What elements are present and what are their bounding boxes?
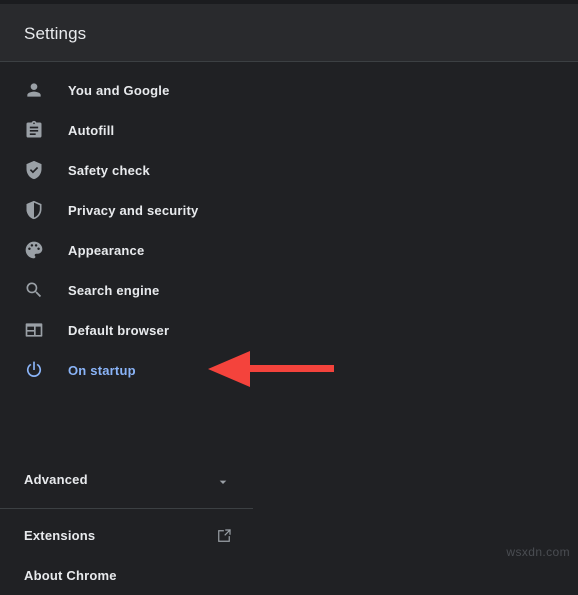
sidebar-item-on-startup[interactable]: On startup	[0, 350, 253, 390]
sidebar-item-label: Default browser	[68, 322, 170, 338]
palette-icon	[24, 240, 44, 260]
sidebar-item-label: Appearance	[68, 242, 145, 258]
external-link-icon	[215, 527, 233, 545]
sidebar-item-appearance[interactable]: Appearance	[0, 230, 253, 270]
sidebar-item-autofill[interactable]: Autofill	[0, 110, 253, 150]
sidebar-divider	[0, 508, 253, 509]
sidebar-link-about-chrome[interactable]: About Chrome	[0, 559, 253, 595]
sidebar-item-you-and-google[interactable]: You and Google	[0, 70, 253, 110]
watermark: wsxdn.com	[506, 545, 570, 559]
sidebar-link-label: Extensions	[24, 528, 96, 543]
sidebar-link-extensions[interactable]: Extensions	[0, 519, 253, 555]
sidebar-item-label: Safety check	[68, 162, 150, 178]
sidebar-item-privacy-and-security[interactable]: Privacy and security	[0, 190, 253, 230]
browser-window-icon	[24, 320, 44, 340]
sidebar-item-label: You and Google	[68, 82, 170, 98]
sidebar-item-label: Search engine	[68, 282, 160, 298]
sidebar-link-label: About Chrome	[24, 568, 117, 583]
power-icon	[24, 360, 44, 380]
settings-sidebar-nav: You and Google Autofill Safety check Pri…	[0, 63, 578, 583]
sidebar-advanced-label: Advanced	[24, 472, 88, 487]
sidebar-item-label: Privacy and security	[68, 202, 199, 218]
search-icon	[24, 280, 44, 300]
shield-check-icon	[24, 160, 44, 180]
sidebar-item-safety-check[interactable]: Safety check	[0, 150, 253, 190]
sidebar-item-default-browser[interactable]: Default browser	[0, 310, 253, 350]
page-title: Settings	[24, 24, 87, 43]
person-icon	[24, 80, 44, 100]
sidebar-item-search-engine[interactable]: Search engine	[0, 270, 253, 310]
clipboard-icon	[24, 120, 44, 140]
shield-icon	[24, 200, 44, 220]
settings-header: Settings	[0, 4, 578, 62]
sidebar-item-label: On startup	[68, 362, 136, 378]
sidebar-advanced-toggle[interactable]: Advanced	[0, 463, 253, 499]
sidebar-item-label: Autofill	[68, 122, 115, 138]
chevron-down-icon	[215, 474, 231, 490]
